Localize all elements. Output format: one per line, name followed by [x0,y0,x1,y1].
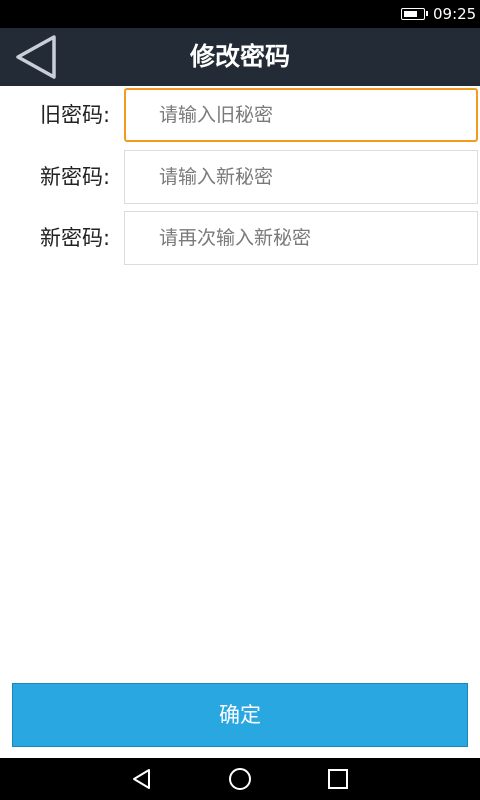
confirm-password-input[interactable] [124,211,478,265]
status-bar: 09:25 [0,0,480,28]
confirm-password-label: 新密码: [40,226,111,250]
confirm-password-row: 新密码: [0,211,480,265]
old-password-label: 旧密码: [40,103,111,127]
status-time: 09:25 [433,5,477,23]
confirm-button[interactable]: 确定 [12,683,468,747]
nav-back-button[interactable] [129,766,155,792]
navigation-bar [0,758,480,800]
page-title: 修改密码 [189,42,290,71]
app-bar: 修改密码 [0,28,480,86]
old-password-input[interactable] [124,88,478,142]
nav-recents-button[interactable] [325,766,351,792]
back-button[interactable] [10,32,62,82]
new-password-label: 新密码: [40,165,111,189]
nav-home-button[interactable] [227,766,253,792]
new-password-row: 新密码: [0,150,480,204]
old-password-row: 旧密码: [0,88,480,142]
nav-home-icon [229,768,251,790]
battery-level-fill [404,11,417,17]
nav-recents-icon [328,769,348,789]
nav-back-icon [133,769,150,789]
back-arrow-icon [16,35,56,79]
new-password-input[interactable] [124,150,478,204]
battery-icon [401,8,428,20]
